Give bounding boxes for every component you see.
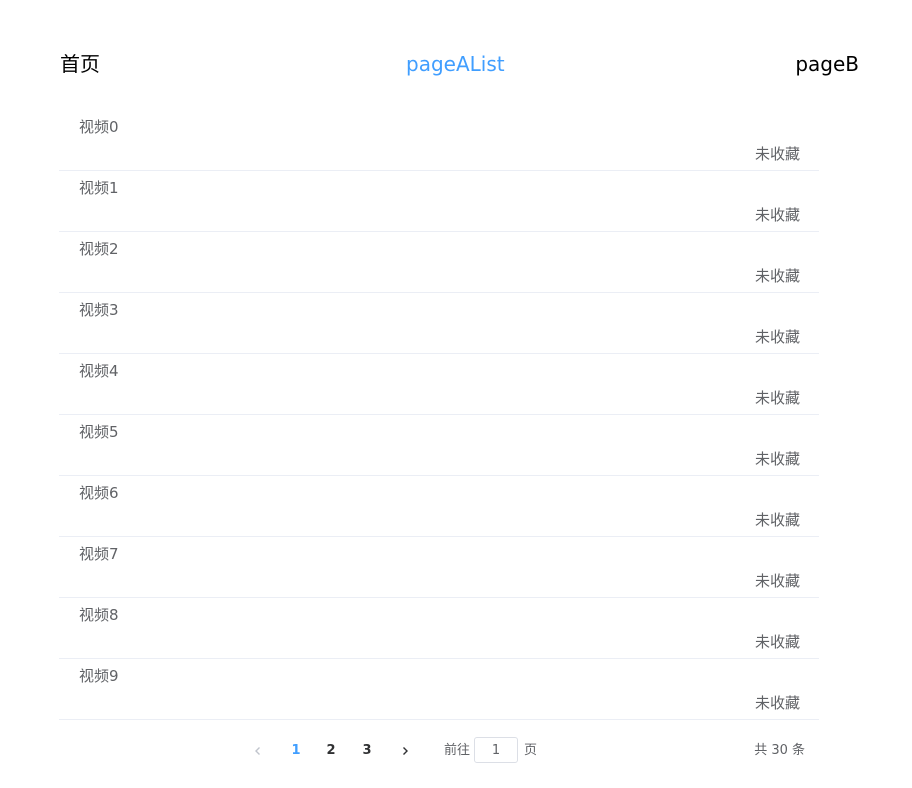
list-item[interactable]: 视频7 未收藏	[59, 537, 819, 598]
page-3-button[interactable]: 3	[355, 737, 379, 765]
total-count: 共 30 条	[754, 743, 805, 758]
list-item[interactable]: 视频6 未收藏	[59, 476, 819, 537]
page-2-button[interactable]: 2	[319, 737, 343, 765]
list-item[interactable]: 视频2 未收藏	[59, 232, 819, 293]
favorite-status[interactable]: 未收藏	[755, 572, 800, 590]
favorite-status[interactable]: 未收藏	[755, 145, 800, 163]
list-item[interactable]: 视频9 未收藏	[59, 659, 819, 720]
page-1-button[interactable]: 1	[284, 737, 308, 765]
video-title: 视频7	[79, 545, 119, 563]
list-item[interactable]: 视频3 未收藏	[59, 293, 819, 354]
jump-prefix-label: 前往	[444, 743, 471, 758]
video-list: 视频0 未收藏 视频1 未收藏 视频2 未收藏 视频3 未收藏 视频4 未收藏 …	[59, 110, 819, 720]
list-item[interactable]: 视频1 未收藏	[59, 171, 819, 232]
nav-page-a-list-link[interactable]: pageAList	[406, 50, 505, 78]
favorite-status[interactable]: 未收藏	[755, 389, 800, 407]
video-title: 视频3	[79, 301, 119, 319]
favorite-status[interactable]: 未收藏	[755, 328, 800, 346]
video-title: 视频2	[79, 240, 119, 258]
list-item[interactable]: 视频5 未收藏	[59, 415, 819, 476]
list-item[interactable]: 视频4 未收藏	[59, 354, 819, 415]
video-title: 视频1	[79, 179, 119, 197]
nav-page-b-link[interactable]: pageB	[795, 50, 859, 78]
next-page-button[interactable]	[397, 737, 413, 765]
list-item[interactable]: 视频8 未收藏	[59, 598, 819, 659]
nav-home-link[interactable]: 首页	[60, 50, 100, 78]
page-jump-input[interactable]	[474, 737, 518, 763]
favorite-status[interactable]: 未收藏	[755, 694, 800, 712]
video-title: 视频6	[79, 484, 119, 502]
list-item[interactable]: 视频0 未收藏	[59, 110, 819, 171]
top-nav: 首页 pageAList pageB	[0, 50, 912, 80]
video-title: 视频9	[79, 667, 119, 685]
pagination: 1 2 3 前往 页 共 30 条	[0, 737, 912, 767]
prev-page-button[interactable]	[250, 737, 266, 765]
favorite-status[interactable]: 未收藏	[755, 450, 800, 468]
chevron-right-icon	[403, 746, 408, 755]
jump-suffix-label: 页	[524, 743, 538, 758]
video-title: 视频8	[79, 606, 119, 624]
favorite-status[interactable]: 未收藏	[755, 633, 800, 651]
video-title: 视频5	[79, 423, 119, 441]
chevron-left-icon	[255, 746, 260, 755]
favorite-status[interactable]: 未收藏	[755, 511, 800, 529]
favorite-status[interactable]: 未收藏	[755, 206, 800, 224]
video-title: 视频4	[79, 362, 119, 380]
favorite-status[interactable]: 未收藏	[755, 267, 800, 285]
video-title: 视频0	[79, 118, 119, 136]
